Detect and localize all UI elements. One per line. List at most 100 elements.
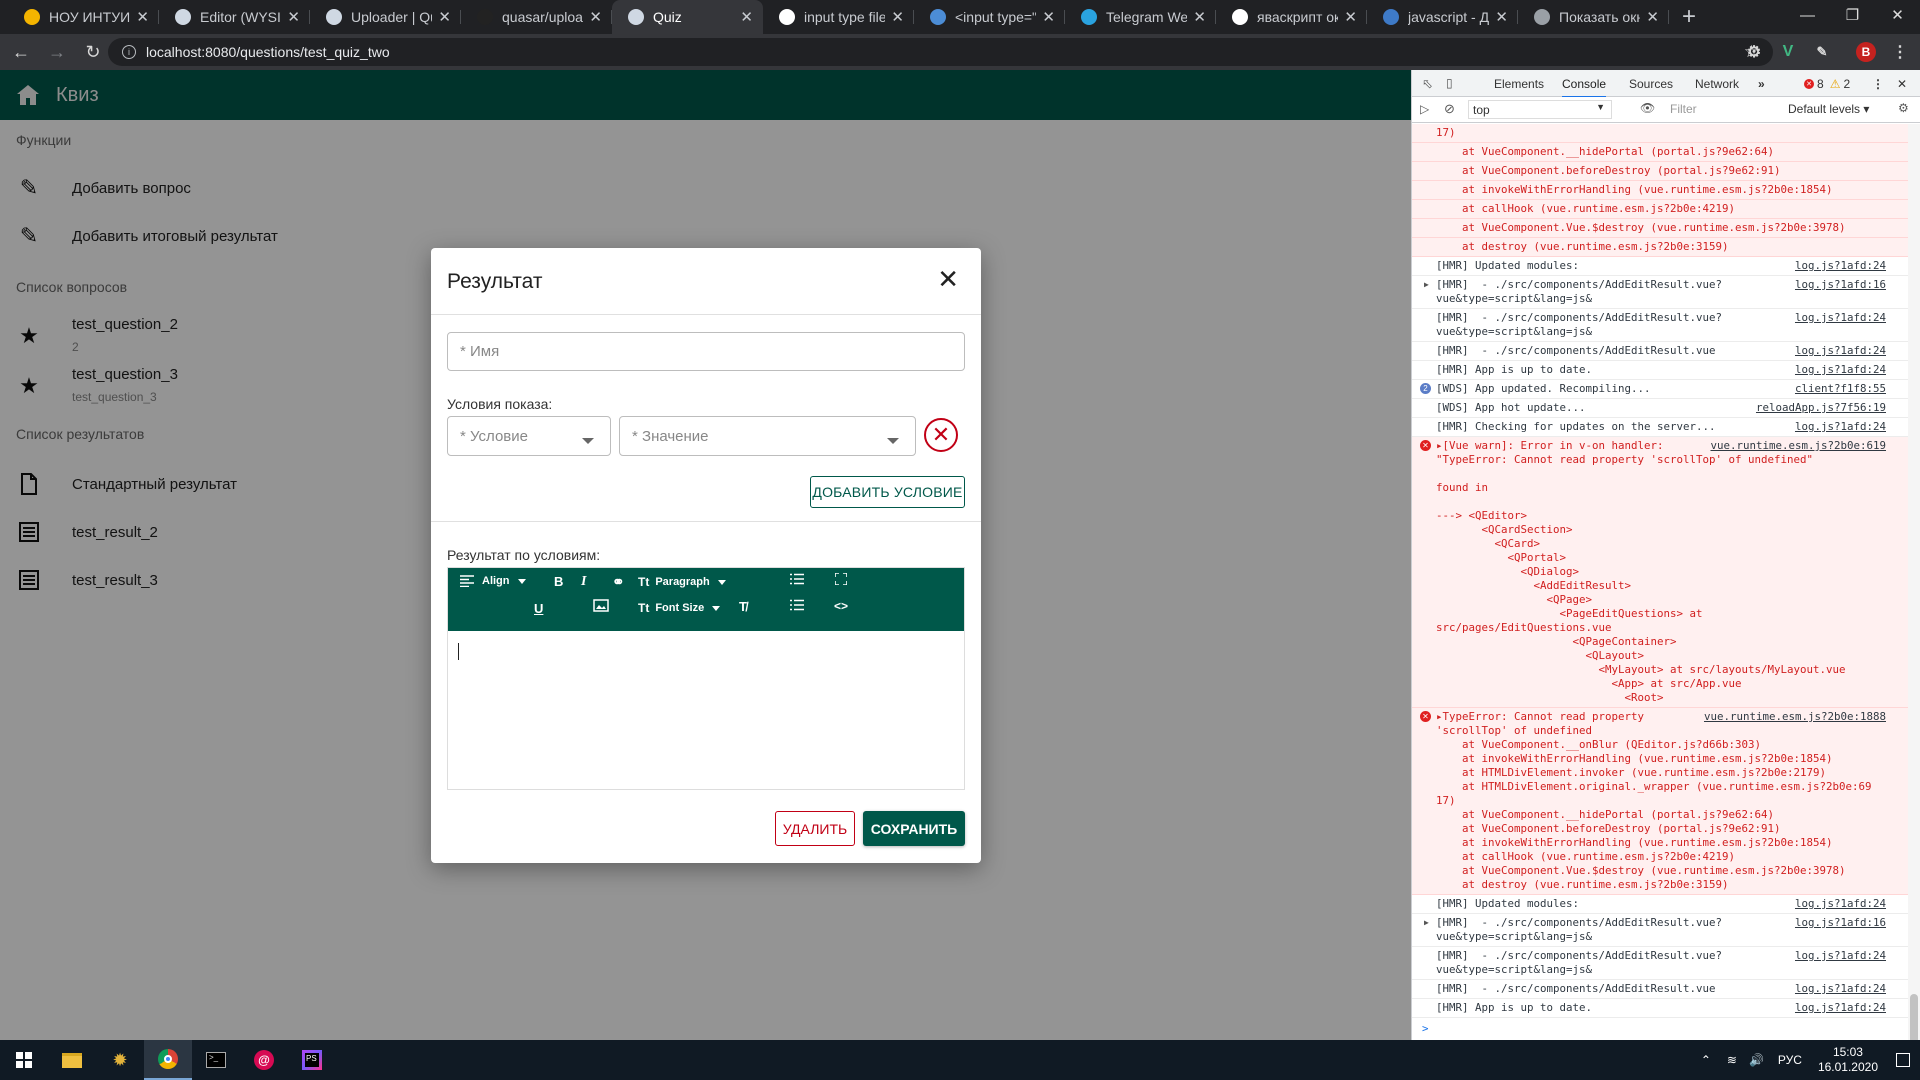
console-source-link[interactable]: log.js?1afd:24 [1795,949,1886,963]
console-prompt[interactable]: > [1412,1018,1908,1039]
console-source-link[interactable]: log.js?1afd:16 [1795,916,1886,930]
console-log-row[interactable]: [HMR] - ./src/components/AddEditResult.v… [1412,342,1908,361]
new-tab-button[interactable]: + [1669,0,1709,34]
close-tab-icon[interactable]: ✕ [1495,8,1508,26]
console-source-link[interactable]: log.js?1afd:24 [1795,897,1886,911]
console-error-row[interactable]: ✕ ▸TypeError: Cannot read property 'scrol… [1412,708,1908,895]
tray-chevron-up-icon[interactable]: ⌃ [1701,1053,1711,1067]
console-error-row[interactable]: at VueComponent.Vue.$destroy (vue.runtim… [1412,219,1908,238]
log-levels-select[interactable]: Default levels ▾ [1788,102,1869,116]
more-tabs-icon[interactable]: » [1758,77,1765,91]
console-source-link[interactable]: log.js?1afd:24 [1795,311,1886,325]
console-source-link[interactable]: log.js?1afd:24 [1795,420,1886,434]
console-source-link[interactable]: log.js?1afd:24 [1795,344,1886,358]
close-tab-icon[interactable]: ✕ [1193,8,1206,26]
name-input[interactable]: * Имя [447,332,965,371]
link-icon[interactable]: ⚭ [612,573,625,591]
browser-tab[interactable]: Uploader | Quasa ✕ [310,0,461,34]
phpstorm-icon[interactable]: PS [288,1040,336,1080]
restore-icon[interactable]: ❐ [1830,0,1875,30]
volume-icon[interactable]: 🔊 [1749,1053,1764,1067]
console-source-link[interactable]: log.js?1afd:24 [1795,982,1886,996]
console-log-row[interactable]: [WDS] App hot update... reloadApp.js?7f56… [1412,399,1908,418]
browser-tab[interactable]: Telegram Web ✕ [1065,0,1216,34]
delete-button[interactable]: УДАЛИТЬ [775,811,855,846]
file-explorer-icon[interactable] [48,1040,96,1080]
terminal-icon[interactable]: >_ [192,1040,240,1080]
windows-start-icon[interactable] [0,1040,48,1080]
console-log-row[interactable]: [HMR] App is up to date. log.js?1afd:24 [1412,361,1908,380]
extension-pin-icon[interactable]: ✎ [1812,42,1832,62]
console-source-link[interactable]: log.js?1afd:24 [1795,1001,1886,1015]
console-log-row[interactable]: [HMR] Checking for updates on the server… [1412,418,1908,437]
paragraph-dropdown[interactable]: Tt Paragraph [638,575,726,589]
minimize-icon[interactable]: — [1785,0,1830,30]
console-source-link[interactable]: client?f1f8:55 [1795,382,1886,396]
browser-menu-icon[interactable]: ⋮ [1890,42,1910,62]
settings-gear-icon[interactable]: ⚙ [1898,101,1909,115]
image-icon[interactable] [593,599,609,612]
browser-tab[interactable]: Editor (WYSIWYG ✕ [159,0,310,34]
wifi-icon[interactable]: ≋ [1727,1053,1737,1067]
console-error-row[interactable]: at VueComponent.beforeDestroy (portal.js… [1412,162,1908,181]
vue-devtools-icon[interactable]: V [1778,42,1798,62]
console-error-row[interactable]: at destroy (vue.runtime.esm.js?2b0e:3159… [1412,238,1908,257]
sidebar-toggle-icon[interactable]: ▷ [1420,102,1429,116]
close-tab-icon[interactable]: ✕ [589,8,602,26]
site-info-icon[interactable]: i [122,45,136,59]
console-log-row[interactable]: [HMR] App is up to date. log.js?1afd:24 [1412,999,1908,1018]
console-error-row[interactable]: 17) [1412,124,1908,143]
issue-counts[interactable]: ✕ 8 ⚠ 2 [1804,77,1850,91]
console-log-row[interactable]: [HMR] - ./src/components/AddEditResult.v… [1412,947,1908,980]
close-window-icon[interactable]: ✕ [1875,0,1920,30]
save-button[interactable]: СОХРАНИТЬ [863,811,965,846]
language-indicator[interactable]: РУС [1778,1053,1802,1067]
tab-elements[interactable]: Elements [1494,77,1544,91]
close-devtools-icon[interactable]: ✕ [1897,77,1907,91]
condition-select[interactable]: * Условие [447,416,611,456]
console-source-link[interactable]: log.js?1afd:24 [1795,259,1886,273]
bold-icon[interactable]: B [554,574,563,589]
console-source-link[interactable]: log.js?1afd:24 [1795,363,1886,377]
unordered-list-icon[interactable] [790,573,804,585]
browser-tab[interactable]: javascript - Диал ✕ [1367,0,1518,34]
console-log-row[interactable]: ▶ [HMR] - ./src/components/AddEditResult.… [1412,276,1908,309]
close-tab-icon[interactable]: ✕ [438,8,451,26]
tab-sources[interactable]: Sources [1629,77,1673,91]
extension-gear-icon[interactable]: ⚙ [1744,42,1764,62]
close-tab-icon[interactable]: ✕ [740,8,753,26]
close-tab-icon[interactable]: ✕ [891,8,904,26]
close-tab-icon[interactable]: ✕ [1042,8,1055,26]
fullscreen-icon[interactable] [835,573,847,585]
clock[interactable]: 15:03 16.01.2020 [1818,1045,1878,1075]
console-scrollbar[interactable] [1908,124,1920,1080]
devtools-menu-icon[interactable]: ⋮ [1872,77,1884,91]
filter-input[interactable]: Filter [1662,100,1792,119]
browser-tab[interactable]: <input type="file ✕ [914,0,1065,34]
expand-triangle-icon[interactable]: ▶ [1424,278,1429,292]
notifications-icon[interactable] [1896,1053,1910,1067]
close-icon[interactable]: ✕ [937,266,959,292]
browser-tab[interactable]: quasar/uploader ✕ [461,0,612,34]
editor-content[interactable] [448,631,964,789]
browser-tab[interactable]: НОУ ИНТУИТ | Л ✕ [8,0,159,34]
align-dropdown[interactable]: Align [460,575,526,587]
forward-icon[interactable]: → [42,37,72,67]
console-log-row[interactable]: 2 [WDS] App updated. Recompiling... client… [1412,380,1908,399]
underline-icon[interactable]: U [534,601,543,616]
device-toolbar-icon[interactable]: ▯ [1446,76,1453,90]
close-tab-icon[interactable]: ✕ [1344,8,1357,26]
code-view-icon[interactable]: <> [834,599,848,613]
close-tab-icon[interactable]: ✕ [136,8,149,26]
ordered-list-icon[interactable] [790,599,804,611]
font-size-dropdown[interactable]: Tt Font Size [638,601,721,615]
console-source-link[interactable]: vue.runtime.esm.js?2b0e:619 [1710,439,1886,453]
debian-icon[interactable]: @ [240,1040,288,1080]
browser-tab[interactable]: input type file - f ✕ [763,0,914,34]
address-bar[interactable]: i localhost:8080/questions/test_quiz_two… [108,38,1773,66]
close-tab-icon[interactable]: ✕ [287,8,300,26]
back-icon[interactable]: ← [6,37,36,67]
add-condition-button[interactable]: ДОБАВИТЬ УСЛОВИЕ [810,476,965,508]
browser-tab[interactable]: Quiz ✕ [612,0,763,34]
console-log-row[interactable]: [HMR] - ./src/components/AddEditResult.v… [1412,980,1908,999]
